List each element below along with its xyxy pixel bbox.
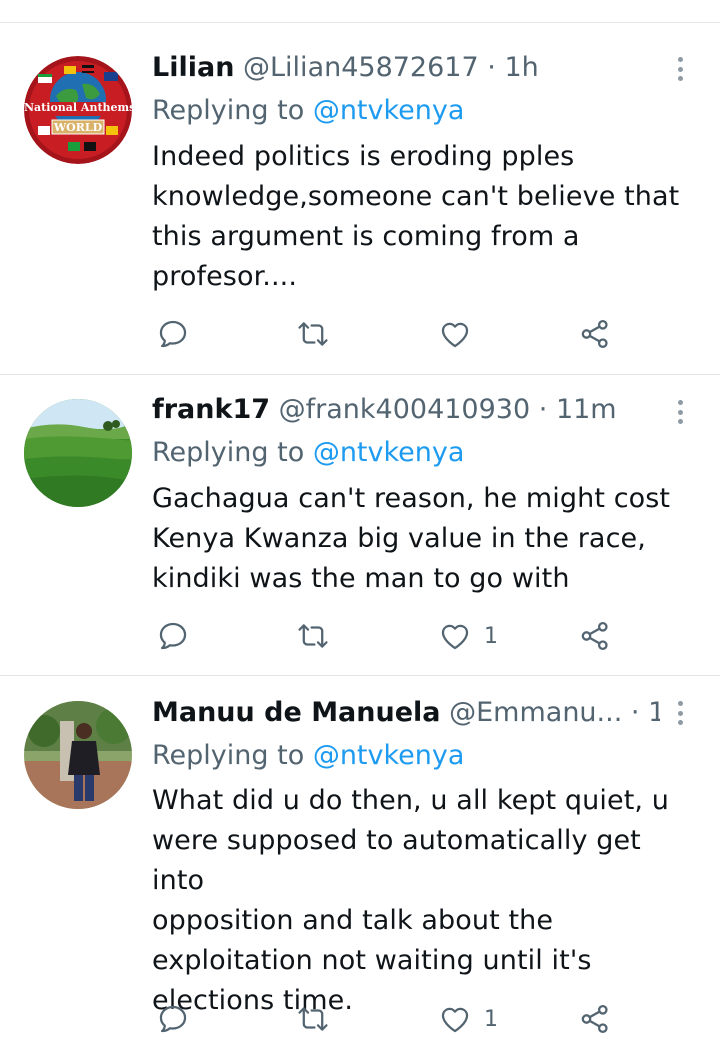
replying-to-label: Replying to: [152, 740, 305, 771]
tweet-text-line: this argument is coming from a: [152, 221, 580, 252]
reply-button[interactable]: [156, 999, 190, 1039]
avatar[interactable]: [24, 701, 132, 809]
reply-handle-link[interactable]: @ntvkenya: [313, 95, 465, 126]
replying-to: Replying to @ntvkenya: [152, 435, 464, 471]
like-button[interactable]: [438, 314, 484, 354]
tweet-text-line: knowledge,someone can't believe that: [152, 181, 680, 212]
retweet-button[interactable]: [296, 999, 330, 1039]
tweet-time[interactable]: 1h: [648, 697, 660, 728]
tweet-header: Lilian @Lilian45872617 · 1h: [152, 50, 660, 86]
tweet-text-line: Kenya Kwanza big value in the race,: [152, 523, 646, 554]
tweet-actions: [0, 314, 720, 354]
display-name[interactable]: Lilian: [152, 52, 234, 83]
top-divider: [0, 22, 720, 23]
like-icon: [441, 322, 469, 348]
tweet-actions: 1: [0, 999, 720, 1039]
reply-button[interactable]: [156, 314, 190, 354]
tweet-text-line: Gachagua can't reason, he might cost: [152, 483, 671, 514]
share-icon: [581, 1004, 608, 1034]
avatar-logo-text-top: National Anthems: [24, 101, 132, 114]
like-button[interactable]: 1: [438, 616, 498, 656]
retweet-button[interactable]: [296, 314, 330, 354]
user-handle[interactable]: @frank400410930: [279, 394, 531, 425]
tweet-text-line: What did u do then, u all kept quiet, u: [152, 785, 669, 816]
tweet-time[interactable]: 11m: [556, 394, 617, 425]
user-handle[interactable]: @Lilian45872617: [243, 52, 479, 83]
avatar[interactable]: [24, 399, 132, 507]
more-icon[interactable]: [672, 698, 688, 728]
retweet-button[interactable]: [296, 616, 330, 656]
tweet-text: Gachagua can't reason, he might cost Ken…: [152, 479, 697, 599]
share-button[interactable]: [578, 314, 612, 354]
reply-button[interactable]: [156, 616, 190, 656]
tweet-card[interactable]: National Anthems WORLD Lilian @Lilian458…: [0, 34, 720, 374]
user-handle[interactable]: @Emmanu...: [449, 697, 622, 728]
tweet-text-line: profesor....: [152, 261, 298, 292]
tweet-text-line: opposition and talk about the: [152, 905, 554, 936]
reply-icon: [159, 622, 187, 650]
meta-separator: ·: [630, 697, 640, 728]
replying-to-label: Replying to: [152, 437, 305, 468]
retweet-icon: [298, 624, 328, 648]
reply-handle-link[interactable]: @ntvkenya: [313, 437, 465, 468]
reply-handle-link[interactable]: @ntvkenya: [313, 740, 465, 771]
share-icon: [581, 319, 608, 349]
reply-icon: [159, 1005, 187, 1033]
tweet-header: frank17 @frank400410930 · 11m: [152, 392, 660, 428]
like-icon: [441, 624, 469, 650]
like-icon: [441, 1007, 469, 1033]
more-icon[interactable]: [672, 397, 688, 427]
share-button[interactable]: [578, 616, 612, 656]
like-count: 1: [484, 623, 498, 649]
meta-separator: ·: [538, 394, 548, 425]
more-icon[interactable]: [672, 54, 688, 84]
tweet-text-line: exploitation not waiting until it's: [152, 945, 592, 976]
tweet-actions: 1: [0, 616, 720, 656]
replying-to: Replying to @ntvkenya: [152, 93, 464, 129]
display-name[interactable]: frank17: [152, 394, 270, 425]
tweet-header: Manuu de Manuela @Emmanu... · 1h: [152, 695, 660, 731]
share-icon: [581, 621, 608, 651]
tweet-time[interactable]: 1h: [504, 52, 538, 83]
tweet-text-line: were supposed to automatically get into: [152, 825, 641, 896]
avatar[interactable]: National Anthems WORLD: [24, 56, 132, 164]
tweet-card[interactable]: frank17 @frank400410930 · 11m Replying t…: [0, 375, 720, 675]
replying-to: Replying to @ntvkenya: [152, 738, 464, 774]
like-button[interactable]: 1: [438, 999, 498, 1039]
tweet-text: What did u do then, u all kept quiet, u …: [152, 781, 697, 1021]
retweet-icon: [298, 322, 328, 346]
avatar-logo-text-bottom: WORLD: [53, 121, 103, 134]
tweet-text-line: Indeed politics is eroding pples: [152, 141, 575, 172]
tweet-text: Indeed politics is eroding pples knowled…: [152, 137, 697, 297]
retweet-icon: [298, 1007, 328, 1031]
tweet-card[interactable]: Manuu de Manuela @Emmanu... · 1h Replyin…: [0, 676, 720, 1051]
replying-to-label: Replying to: [152, 95, 305, 126]
display-name[interactable]: Manuu de Manuela: [152, 697, 441, 728]
reply-icon: [159, 320, 187, 348]
like-count: 1: [484, 1006, 498, 1032]
share-button[interactable]: [578, 999, 612, 1039]
tweet-text-line: kindiki was the man to go with: [152, 563, 570, 594]
meta-separator: ·: [487, 52, 496, 83]
